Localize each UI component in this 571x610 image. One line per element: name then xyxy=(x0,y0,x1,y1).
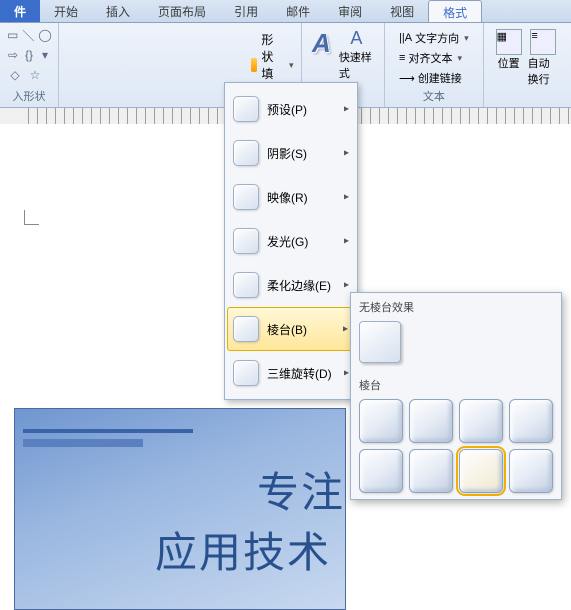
fx-bevel[interactable]: 棱台(B) ▸ xyxy=(227,307,355,351)
fx-3d-rotation[interactable]: 三维旋转(D) ▸ xyxy=(227,351,355,395)
bevel-option-6[interactable] xyxy=(409,449,453,493)
submenu-arrow-icon: ▸ xyxy=(344,192,349,203)
page-margin-marker xyxy=(24,210,39,225)
shape-more-icon[interactable]: ▾ xyxy=(38,46,52,64)
submenu-arrow-icon: ▸ xyxy=(343,324,348,335)
ribbon-tabs: 件 开始 插入 页面布局 引用 邮件 审阅 视图 格式 xyxy=(0,0,571,23)
tab-view[interactable]: 视图 xyxy=(376,0,428,22)
tab-file[interactable]: 件 xyxy=(0,0,40,22)
align-text-button[interactable]: ≡ 对齐文本▾ xyxy=(397,49,471,67)
tab-review[interactable]: 审阅 xyxy=(324,0,376,22)
position-label: 位置 xyxy=(498,55,520,71)
create-link-label: 创建链接 xyxy=(418,70,462,86)
no-bevel-option[interactable] xyxy=(359,321,401,363)
tab-page-layout[interactable]: 页面布局 xyxy=(144,0,220,22)
shape-callout-icon[interactable]: ◇ xyxy=(6,66,24,84)
submenu-arrow-icon: ▸ xyxy=(344,148,349,159)
bevel-icon xyxy=(233,316,259,342)
preset-icon xyxy=(233,96,259,122)
shape-bracket-icon[interactable]: {} xyxy=(22,46,36,64)
fx-shadow-label: 阴影(S) xyxy=(267,145,307,162)
text-direction-icon: ||A xyxy=(399,32,412,44)
shape-oval-icon[interactable]: ◯ xyxy=(37,26,52,44)
fx-shadow[interactable]: 阴影(S) ▸ xyxy=(227,131,355,175)
bevel-option-7[interactable] xyxy=(459,449,503,493)
quick-styles-button[interactable]: A 快速样式 xyxy=(335,26,378,83)
inserted-picture[interactable]: 专注 应用技术 xyxy=(14,408,346,610)
submenu-arrow-icon: ▸ xyxy=(344,236,349,247)
tab-references[interactable]: 引用 xyxy=(220,0,272,22)
wordart-gallery-icon[interactable]: A xyxy=(308,26,335,61)
glow-icon xyxy=(233,228,259,254)
shape-rect-icon[interactable]: ▭ xyxy=(6,26,19,44)
bevel-submenu: 无棱台效果 棱台 xyxy=(350,292,562,500)
fx-glow-label: 发光(G) xyxy=(267,233,308,250)
rotation-3d-icon xyxy=(233,360,259,386)
align-text-icon: ≡ xyxy=(399,52,405,64)
fx-soft-edges-label: 柔化边缘(E) xyxy=(267,277,331,294)
shape-star-icon[interactable]: ☆ xyxy=(26,66,44,84)
group-text-label: 文本 xyxy=(391,88,477,106)
wrap-text-label: 自动换行 xyxy=(528,55,559,87)
quick-styles-label: 快速样式 xyxy=(339,49,374,81)
submenu-arrow-icon: ▸ xyxy=(344,368,349,379)
position-button[interactable]: ▦ 位置 xyxy=(496,29,522,71)
wrap-text-button[interactable]: ≡ 自动换行 xyxy=(528,29,559,87)
dropdown-arrow-icon: ▾ xyxy=(289,60,294,71)
create-link-button[interactable]: ⟶ 创建链接 xyxy=(397,69,471,87)
tab-format[interactable]: 格式 xyxy=(428,0,482,22)
submenu-arrow-icon: ▸ xyxy=(344,104,349,115)
picture-text-2: 应用技术 xyxy=(155,519,331,580)
submenu-arrow-icon: ▸ xyxy=(344,280,349,291)
tab-mailings[interactable]: 邮件 xyxy=(272,0,324,22)
shape-arrow-icon[interactable]: ⇨ xyxy=(6,46,20,64)
bevel-section-header: 棱台 xyxy=(351,371,561,397)
fx-reflection[interactable]: 映像(R) ▸ xyxy=(227,175,355,219)
fx-bevel-label: 棱台(B) xyxy=(267,321,307,338)
bevel-option-8[interactable] xyxy=(509,449,553,493)
soft-edges-icon xyxy=(233,272,259,298)
picture-text-1: 专注 xyxy=(257,459,345,520)
fx-3d-rotation-label: 三维旋转(D) xyxy=(267,365,332,382)
align-text-label: 对齐文本 xyxy=(408,50,452,66)
fx-reflection-label: 映像(R) xyxy=(267,189,308,206)
fx-soft-edges[interactable]: 柔化边缘(E) ▸ xyxy=(227,263,355,307)
text-direction-label: 文字方向 xyxy=(415,30,459,46)
bevel-option-4[interactable] xyxy=(509,399,553,443)
shadow-icon xyxy=(233,140,259,166)
text-direction-button[interactable]: ||A 文字方向▾ xyxy=(397,29,471,47)
reflection-icon xyxy=(233,184,259,210)
fx-preset[interactable]: 预设(P) ▸ xyxy=(227,87,355,131)
shape-line-icon[interactable]: ＼ xyxy=(21,26,35,44)
tab-insert[interactable]: 插入 xyxy=(92,0,144,22)
fx-preset-label: 预设(P) xyxy=(267,101,307,118)
fill-icon xyxy=(251,58,257,72)
bevel-gallery xyxy=(351,397,561,495)
no-bevel-header: 无棱台效果 xyxy=(351,293,561,319)
shape-effects-menu: 预设(P) ▸ 阴影(S) ▸ 映像(R) ▸ 发光(G) ▸ 柔化边缘(E) … xyxy=(224,82,358,400)
bevel-option-3[interactable] xyxy=(459,399,503,443)
link-icon: ⟶ xyxy=(399,72,415,85)
tab-home[interactable]: 开始 xyxy=(40,0,92,22)
bevel-option-1[interactable] xyxy=(359,399,403,443)
group-insert-shapes-label: 入形状 xyxy=(6,88,52,106)
bevel-option-2[interactable] xyxy=(409,399,453,443)
fx-glow[interactable]: 发光(G) ▸ xyxy=(227,219,355,263)
bevel-option-5[interactable] xyxy=(359,449,403,493)
